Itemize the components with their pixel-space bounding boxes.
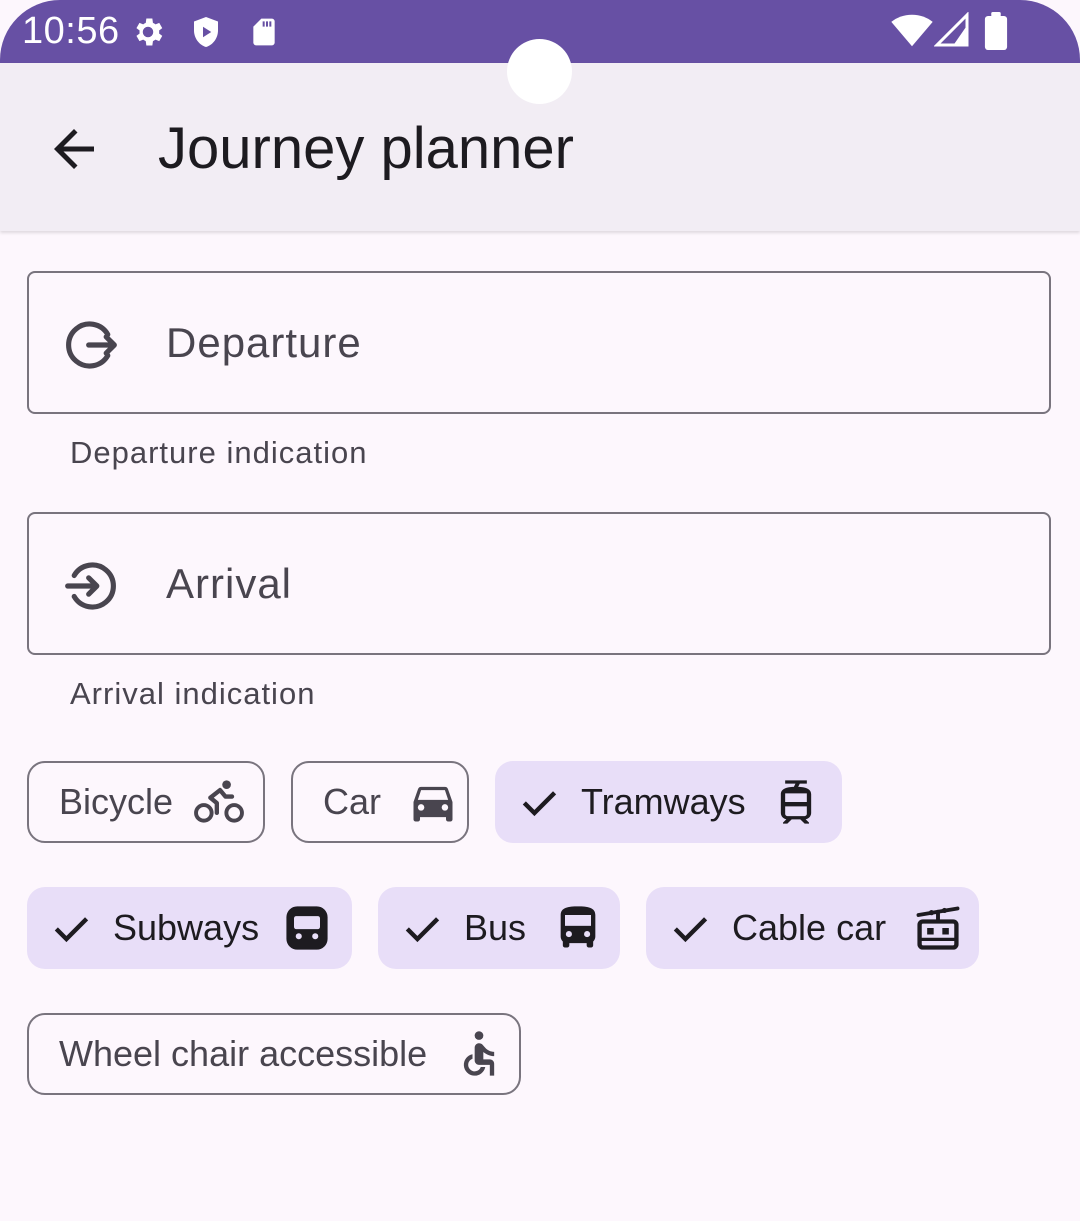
- arrival-helper-text: Arrival indication: [70, 676, 316, 711]
- check-icon: [673, 917, 708, 943]
- wheelchair-icon: [463, 1031, 495, 1076]
- chip-tramways-label: Tramways: [581, 781, 746, 822]
- bicycle-icon: [194, 780, 244, 823]
- page-title: Journey planner: [158, 116, 574, 181]
- wifi-icon: [891, 14, 933, 47]
- departure-field[interactable]: Departure: [27, 271, 1051, 414]
- chip-cable-car-label: Cable car: [732, 907, 887, 948]
- chip-wheelchair[interactable]: Wheel chair accessible: [27, 1013, 521, 1095]
- status-time: 10:56: [22, 10, 120, 52]
- arrival-label: Arrival: [166, 560, 293, 607]
- bus-icon: [560, 906, 596, 948]
- arrival-field[interactable]: Arrival: [27, 512, 1051, 655]
- departure-helper-text: Departure indication: [70, 435, 368, 470]
- camera-cutout: [507, 39, 572, 104]
- tram-icon: [780, 780, 811, 824]
- chip-bus[interactable]: Bus: [378, 887, 620, 969]
- sd-card-icon: [253, 18, 275, 46]
- chip-bus-label: Bus: [464, 907, 527, 948]
- check-icon: [405, 917, 440, 943]
- check-icon: [54, 917, 89, 943]
- login-icon: [65, 562, 116, 610]
- chip-wheelchair-label: Wheel chair accessible: [59, 1033, 428, 1074]
- chip-bicycle-label: Bicycle: [59, 781, 174, 822]
- subway-icon: [286, 906, 328, 950]
- chip-car[interactable]: Car: [291, 761, 469, 843]
- signal-icon: [934, 12, 969, 47]
- chip-cable-car[interactable]: Cable car: [646, 887, 979, 969]
- departure-label: Departure: [166, 319, 362, 366]
- logout-icon: [66, 321, 117, 369]
- shield-icon: [194, 17, 218, 47]
- chip-tramways[interactable]: Tramways: [495, 761, 842, 843]
- check-icon: [522, 791, 557, 817]
- settings-icon: [136, 18, 163, 46]
- battery-icon: [984, 12, 1008, 50]
- chip-subways[interactable]: Subways: [27, 887, 352, 969]
- cable-car-icon: [916, 906, 960, 950]
- chip-subways-label: Subways: [113, 907, 260, 948]
- chip-bicycle[interactable]: Bicycle: [27, 761, 265, 843]
- chip-car-label: Car: [323, 781, 382, 822]
- car-icon: [413, 786, 453, 822]
- arrow-back-icon[interactable]: [44, 119, 104, 179]
